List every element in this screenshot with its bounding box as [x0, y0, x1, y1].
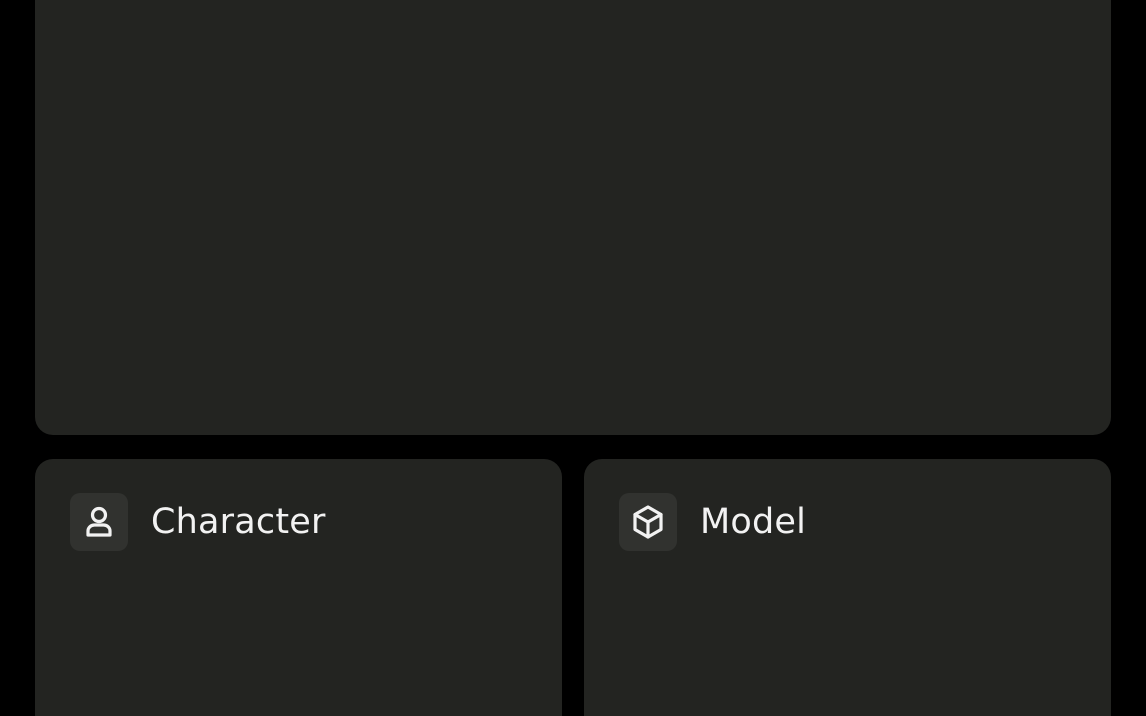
person-icon	[70, 493, 128, 551]
character-card-label: Character	[151, 502, 326, 542]
character-card-header: Character	[70, 493, 326, 551]
model-card-header: Model	[619, 493, 806, 551]
cube-icon	[619, 493, 677, 551]
character-card[interactable]: Character	[35, 459, 562, 716]
screen: Character Model	[0, 0, 1146, 716]
preview-panel	[35, 0, 1111, 435]
model-card-label: Model	[700, 502, 807, 542]
model-card[interactable]: Model	[584, 459, 1111, 716]
